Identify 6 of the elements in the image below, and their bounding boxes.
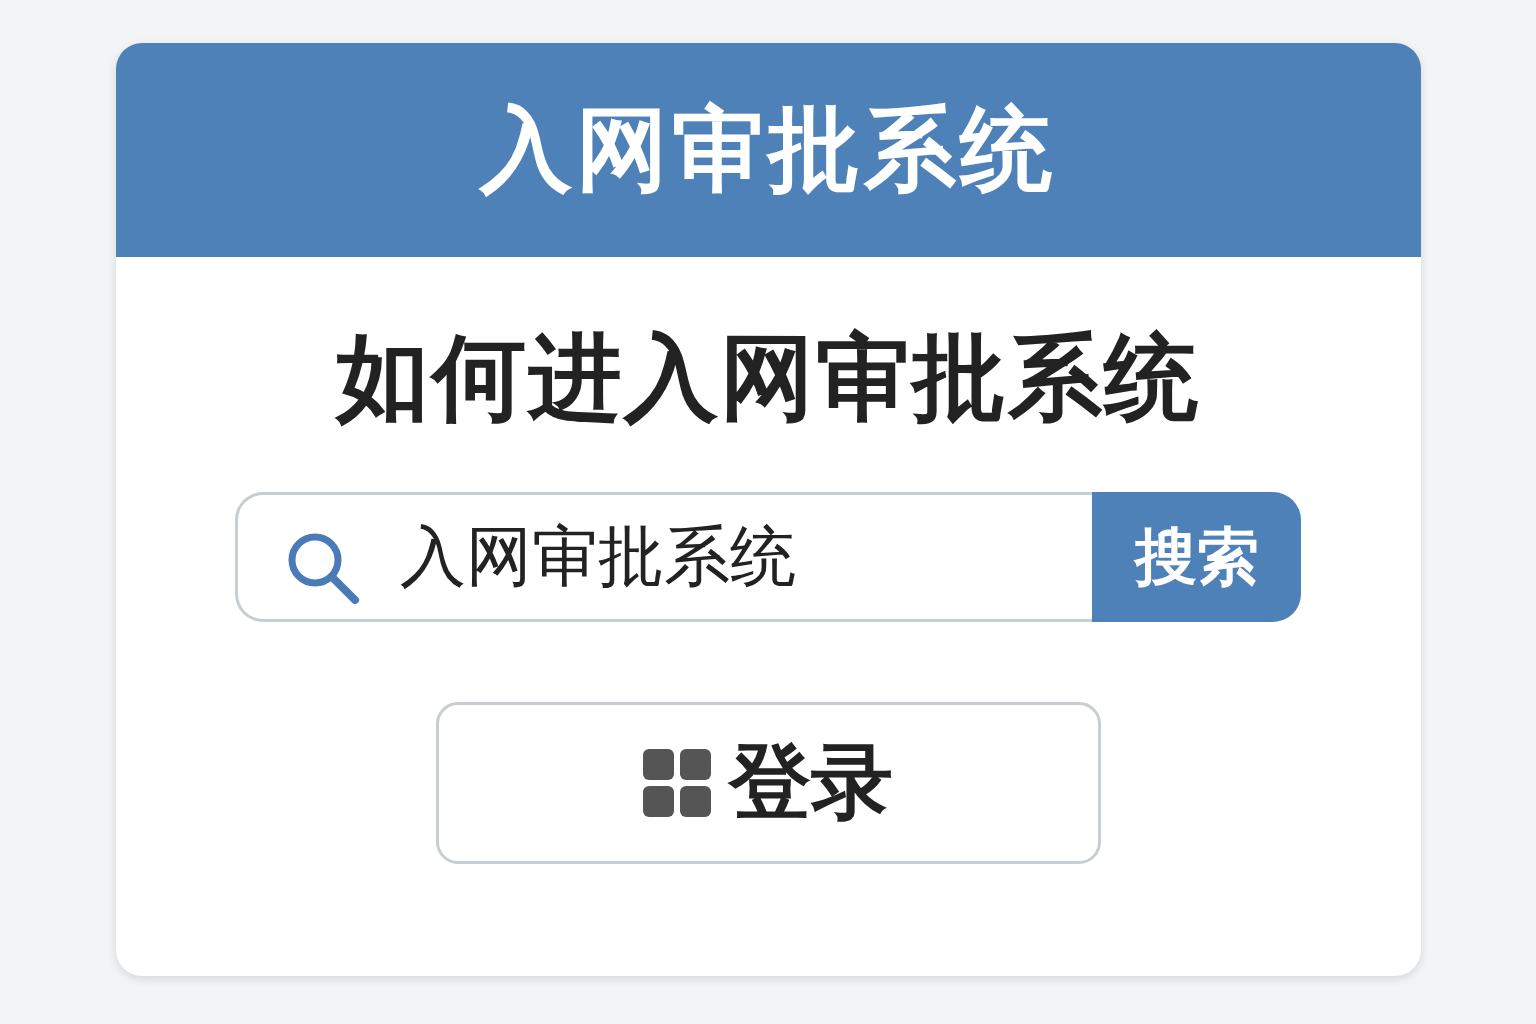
app-title: 入网审批系统 bbox=[480, 95, 1056, 205]
page-heading: 如何进入网审批系统 bbox=[336, 322, 1200, 434]
grid-icon bbox=[643, 749, 711, 817]
search-button[interactable]: 搜索 bbox=[1092, 492, 1301, 622]
search-field[interactable]: 入网审批系统 bbox=[235, 492, 1092, 622]
login-button[interactable]: 登录 bbox=[435, 702, 1101, 864]
